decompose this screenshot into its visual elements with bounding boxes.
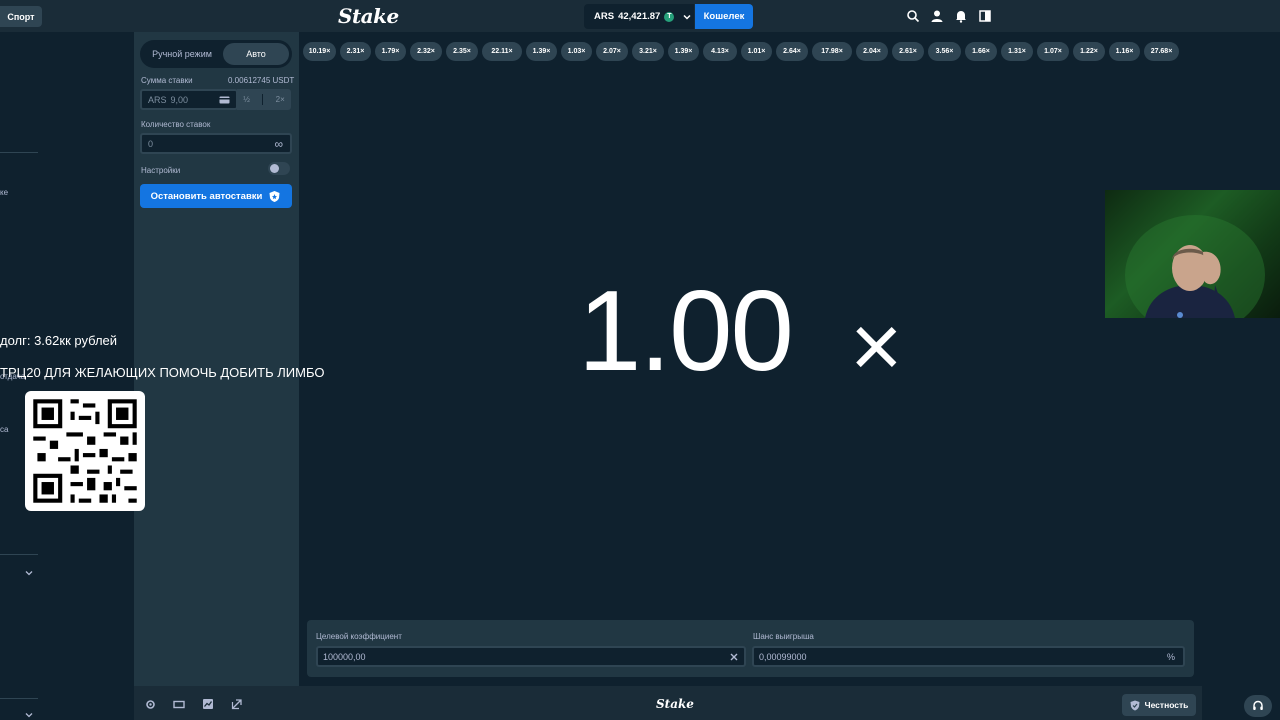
percent-icon: %: [1166, 652, 1175, 662]
settings-gear-icon[interactable]: [145, 699, 156, 710]
footer-stake-logo: Stake: [656, 697, 694, 711]
target-multiplier-input[interactable]: 100000,00: [316, 646, 746, 667]
history-pill[interactable]: 2.31×: [340, 42, 371, 61]
settings-toggle[interactable]: [268, 162, 290, 175]
history-pill[interactable]: 1.39×: [526, 42, 557, 61]
sidebar-item-fragment[interactable]: са: [0, 425, 8, 434]
bell-icon[interactable]: [954, 9, 968, 23]
infinity-icon[interactable]: ∞: [274, 137, 283, 151]
history-pill[interactable]: 27.68×: [1144, 42, 1179, 61]
bet-amount-usdt: 0.00612745 USDT: [228, 76, 295, 85]
bet-multiplier-buttons: ½ 2×: [237, 89, 291, 110]
history-pill[interactable]: 2.61×: [892, 42, 924, 61]
sidebar-divider: [0, 698, 38, 699]
history-pill[interactable]: 4.13×: [703, 42, 737, 61]
chevron-down-icon: [683, 14, 691, 20]
history-pill[interactable]: 1.01×: [741, 42, 772, 61]
close-icon: [730, 653, 738, 661]
target-multiplier-label: Целевой коэффициент: [316, 632, 402, 641]
history-pill[interactable]: 17.98×: [812, 42, 852, 61]
card-icon: [219, 96, 230, 104]
history-pill[interactable]: 3.21×: [632, 42, 664, 61]
shield-icon: [269, 190, 280, 202]
donation-qr-code: [25, 391, 145, 511]
bet-amount-input[interactable]: ARS 9,00: [140, 89, 238, 110]
wallet-button[interactable]: Кошелек: [695, 4, 753, 29]
stop-autobet-label: Остановить автоставки: [150, 190, 263, 202]
history-pill[interactable]: 1.79×: [375, 42, 406, 61]
bet-amount-label: Сумма ставки: [141, 76, 193, 85]
support-button[interactable]: [1244, 695, 1272, 717]
target-multiplier-value: 100000,00: [323, 651, 366, 662]
headset-icon: [1253, 700, 1263, 710]
tab-auto[interactable]: Авто: [223, 43, 289, 65]
tab-manual[interactable]: Ручной режим: [143, 43, 221, 65]
sidebar-item-fragment[interactable]: ке: [0, 188, 8, 197]
half-button[interactable]: ½: [243, 95, 250, 104]
bets-count-label: Количество ставок: [141, 120, 211, 129]
usdt-coin-icon: T: [664, 11, 675, 22]
history-pill[interactable]: 3.56×: [928, 42, 961, 61]
history-pill[interactable]: 1.07×: [1037, 42, 1069, 61]
chevron-down-icon[interactable]: [24, 710, 34, 720]
search-icon[interactable]: [906, 9, 920, 23]
history-pill[interactable]: 2.32×: [410, 42, 442, 61]
balance-currency: ARS: [594, 11, 615, 22]
bet-panel: [134, 32, 299, 686]
history-pill[interactable]: 1.39×: [668, 42, 699, 61]
double-button[interactable]: 2×: [276, 95, 285, 104]
divider: [262, 94, 264, 105]
balance-selector[interactable]: ARS 42,421.87 T: [584, 4, 694, 29]
shield-check-icon: [1130, 700, 1140, 710]
history-pill[interactable]: 1.31×: [1001, 42, 1033, 61]
bets-count-value: 0: [148, 138, 154, 149]
qr-code-image: [33, 399, 137, 503]
win-chance-input[interactable]: 0,00099000 %: [752, 646, 1185, 667]
history-pill[interactable]: 2.64×: [776, 42, 808, 61]
stop-autobet-button[interactable]: Остановить автоставки: [140, 184, 292, 208]
history-pill[interactable]: 2.04×: [856, 42, 888, 61]
history-pill[interactable]: 10.19×: [303, 42, 336, 61]
toggle-knob: [270, 164, 279, 173]
result-history: 10.19× 2.31× 1.79× 2.32× 2.35× 22.11× 1.39× 1.0…: [303, 42, 1179, 61]
bet-mode-tabs: Ручной режим Авто: [140, 40, 292, 68]
history-pill[interactable]: 22.11×: [482, 42, 522, 61]
fairness-button[interactable]: Честность: [1122, 694, 1196, 716]
bet-value: 9,00: [170, 94, 189, 105]
sidebar-divider: [0, 152, 38, 153]
result-multiplier: 1.00: [578, 268, 794, 395]
history-pill[interactable]: 2.35×: [446, 42, 478, 61]
streamer-webcam: [1105, 190, 1280, 318]
win-chance-label: Шанс выигрыша: [753, 632, 814, 641]
sport-button[interactable]: Спорт: [0, 6, 42, 27]
history-pill[interactable]: 1.66×: [965, 42, 997, 61]
result-multiplier-suffix: ×: [850, 297, 903, 397]
settings-label: Настройки: [141, 166, 181, 175]
chevron-down-icon[interactable]: [24, 568, 34, 578]
history-pill[interactable]: 2.07×: [596, 42, 628, 61]
theatre-mode-icon[interactable]: [173, 699, 185, 710]
live-stats-icon[interactable]: [231, 698, 243, 710]
history-pill[interactable]: 1.16×: [1109, 42, 1140, 61]
stream-debt-overlay: долг: 3.62кк рублей: [0, 333, 118, 348]
balance-amount: 42,421.87: [618, 11, 661, 22]
sidebar-divider: [0, 554, 38, 555]
user-icon[interactable]: [930, 9, 944, 23]
sidebar-toggle-icon[interactable]: [978, 9, 992, 23]
history-pill[interactable]: 1.22×: [1073, 42, 1105, 61]
bet-currency: ARS: [148, 94, 167, 105]
stream-promo-overlay: ТРЦ20 ДЛЯ ЖЕЛАЮЩИХ ПОМОЧЬ ДОБИТЬ ЛИМБО: [0, 365, 325, 380]
bets-count-input[interactable]: 0 ∞: [140, 133, 292, 154]
history-pill[interactable]: 1.03×: [561, 42, 592, 61]
stake-logo[interactable]: Stake: [338, 4, 399, 28]
fairness-label: Честность: [1144, 700, 1189, 710]
win-chance-value: 0,00099000: [759, 651, 807, 662]
stats-chart-icon[interactable]: [202, 698, 214, 710]
webcam-image: [1125, 215, 1265, 318]
